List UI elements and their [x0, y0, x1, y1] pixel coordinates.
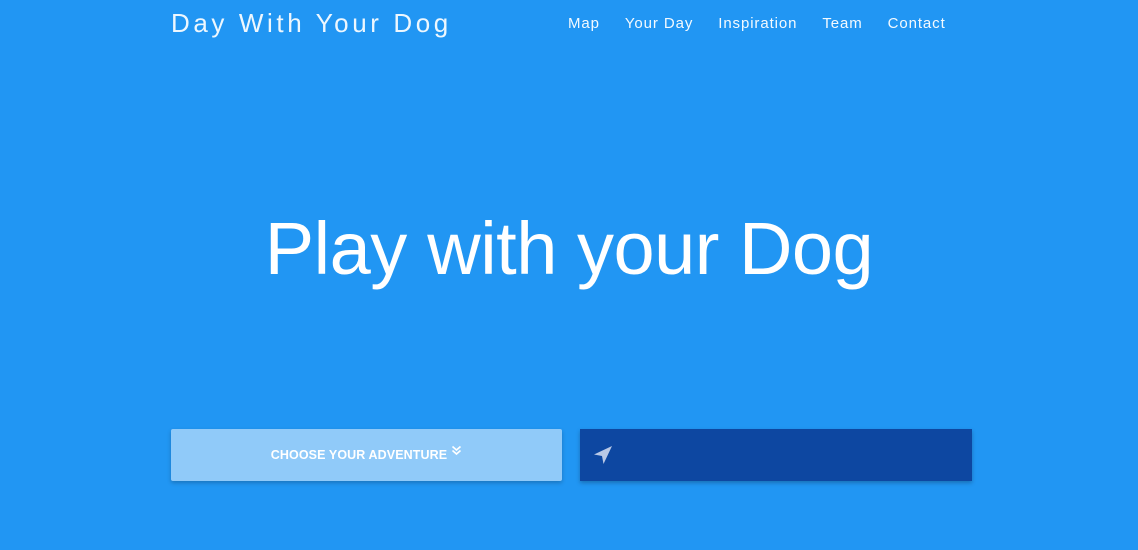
- location-search-box: [580, 428, 972, 482]
- hero-title: Play with your Dog: [0, 204, 1138, 294]
- hero-title-light: with your Dog: [427, 207, 874, 290]
- nav-item-your-day[interactable]: Your Day: [625, 15, 693, 32]
- location-input[interactable]: [614, 428, 972, 482]
- double-chevron-down-icon: [451, 445, 462, 459]
- landing-page: Day With Your Dog Map Your Day Inspirati…: [0, 0, 1138, 550]
- nav-item-team[interactable]: Team: [822, 15, 862, 32]
- choose-adventure-label: CHOOSE YOUR ADVENTURE: [270, 448, 448, 462]
- nav-item-inspiration[interactable]: Inspiration: [718, 15, 797, 32]
- nav-item-map[interactable]: Map: [568, 15, 600, 32]
- main-nav: Map Your Day Inspiration Team Contact: [568, 15, 946, 32]
- brand-logo-link[interactable]: Day With Your Dog: [171, 8, 452, 39]
- hero-title-strong: Play: [264, 207, 407, 290]
- choose-adventure-button[interactable]: CHOOSE YOUR ADVENTURE: [171, 429, 562, 481]
- nav-item-contact[interactable]: Contact: [888, 15, 946, 32]
- navigation-arrow-icon[interactable]: [592, 444, 614, 466]
